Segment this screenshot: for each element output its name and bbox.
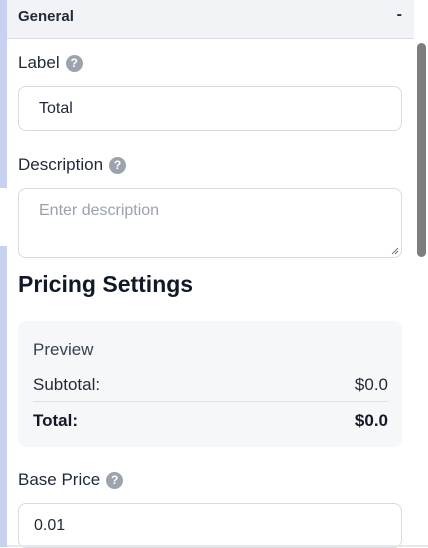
section-title: General <box>18 8 74 25</box>
total-row: Total: $0.0 <box>33 411 388 431</box>
label-field-label-text: Label <box>18 53 60 72</box>
description-field-label: Description ? <box>18 155 127 175</box>
left-accent-strip-lower <box>0 246 7 547</box>
description-textarea[interactable]: Enter description <box>18 188 402 258</box>
description-field-label-text: Description <box>18 155 104 174</box>
scrollbar-thumb[interactable] <box>417 43 426 257</box>
left-accent-strip <box>0 0 7 188</box>
base-price-field-label: Base Price ? <box>18 470 124 490</box>
description-placeholder: Enter description <box>39 202 160 219</box>
total-label: Total: <box>33 411 79 430</box>
section-header-general[interactable]: General - <box>7 0 414 39</box>
pricing-preview-card: Preview Subtotal: $0.0 Total: $0.0 <box>18 321 402 447</box>
subtotal-value: $0.0 <box>354 375 388 394</box>
pricing-settings-heading: Pricing Settings <box>18 271 194 297</box>
label-field-label: Label ? <box>18 53 83 73</box>
subtotal-label: Subtotal: <box>33 375 101 394</box>
preview-divider <box>33 401 388 402</box>
collapse-toggle-icon[interactable]: - <box>397 6 402 24</box>
base-price-input-value: 0.01 <box>34 516 66 534</box>
label-input-value: Total <box>39 99 73 117</box>
base-price-field-label-text: Base Price <box>18 470 101 489</box>
subtotal-row: Subtotal: $0.0 <box>33 375 388 395</box>
question-mark-icon[interactable]: ? <box>65 54 83 72</box>
settings-panel: General - Label ? Total Description ? En… <box>7 0 414 548</box>
question-mark-icon[interactable]: ? <box>106 471 124 489</box>
question-mark-icon[interactable]: ? <box>109 156 127 174</box>
total-value: $0.0 <box>354 411 388 430</box>
preview-title: Preview <box>33 340 94 359</box>
resize-grip-icon[interactable] <box>390 246 399 255</box>
base-price-input[interactable]: 0.01 <box>18 503 402 548</box>
label-input[interactable]: Total <box>18 86 402 131</box>
